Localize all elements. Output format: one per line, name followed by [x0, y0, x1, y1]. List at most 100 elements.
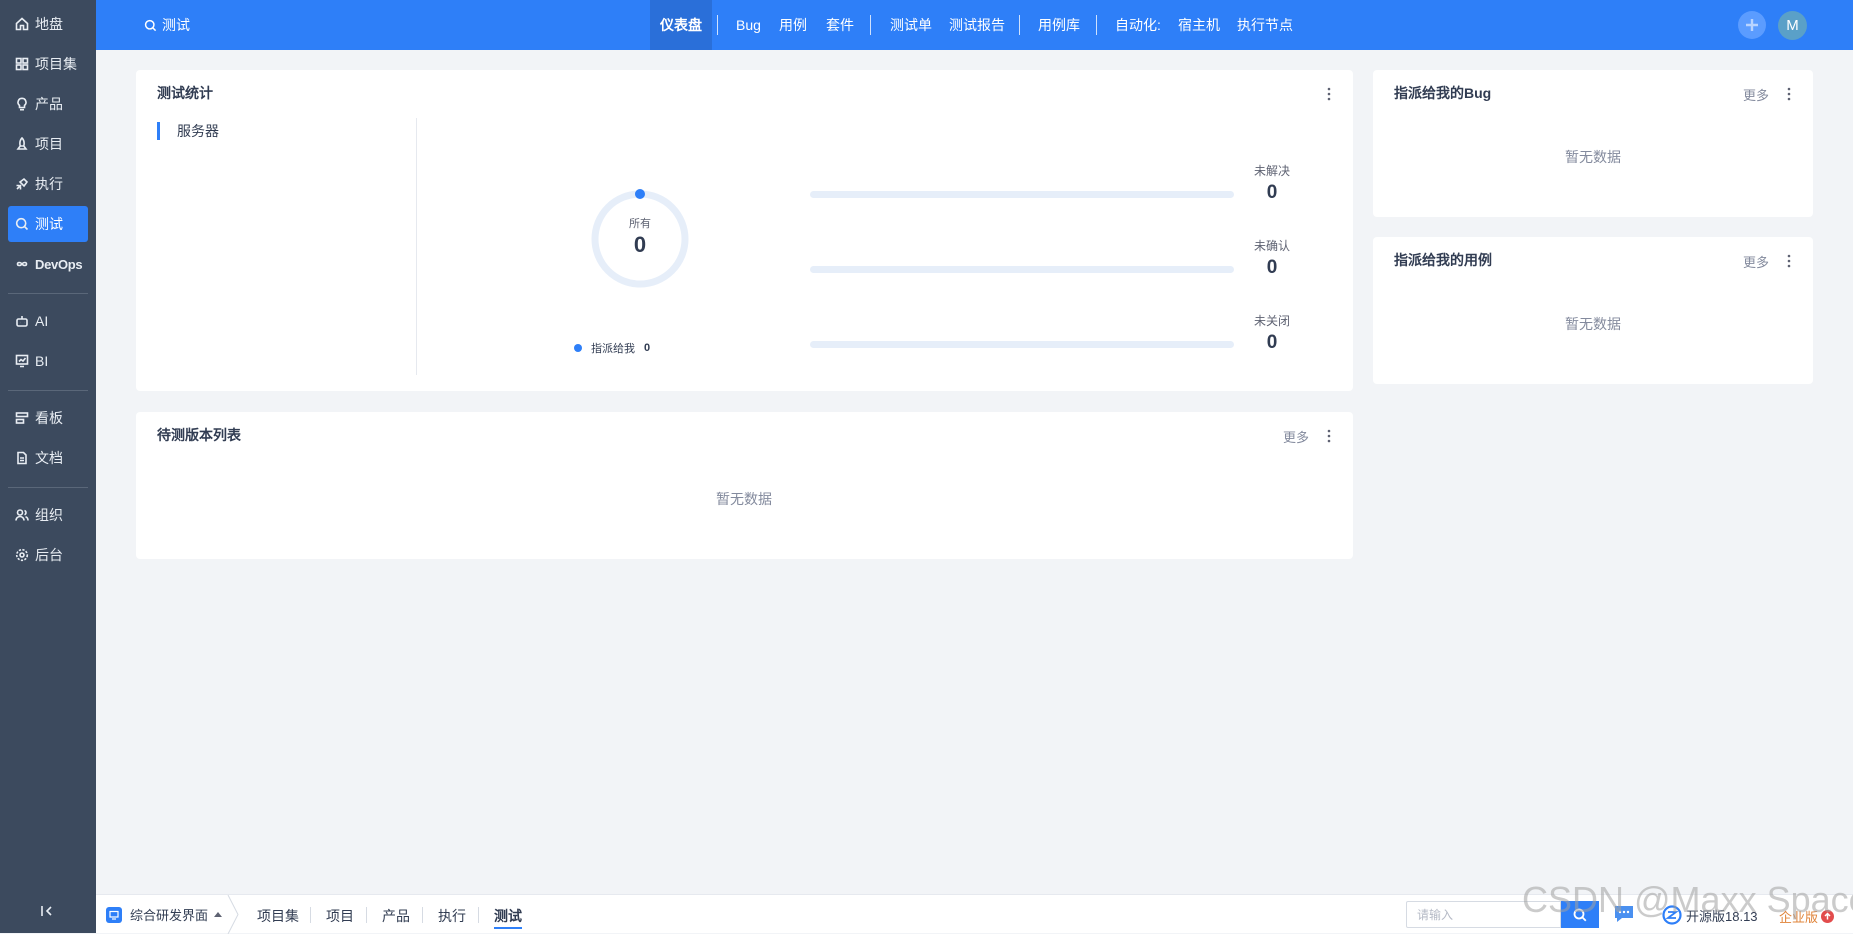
sidebar-item-label: 项目 — [35, 136, 63, 152]
run-icon — [16, 177, 29, 190]
tab-separator — [310, 907, 311, 923]
nav-bug[interactable]: Bug — [736, 0, 761, 50]
more-link[interactable]: 更多 — [1283, 427, 1309, 446]
legend-value: 0 — [644, 342, 651, 354]
donut-indicator — [635, 189, 645, 199]
sidebar-item-label: BI — [35, 353, 49, 369]
card-title: 待测版本列表 — [157, 427, 241, 443]
sidebar-item-label: DevOps — [35, 256, 83, 272]
empty-state: 暂无数据 — [716, 491, 772, 507]
legend-dot — [574, 344, 582, 352]
sidebar-item-label: 文档 — [35, 450, 63, 466]
donut-value: 0 — [633, 232, 647, 257]
grid-icon — [15, 57, 29, 71]
nav-separator — [1096, 15, 1097, 35]
nav-case[interactable]: 用例 — [779, 0, 807, 50]
caret-up-icon — [214, 912, 223, 917]
footer-tab-execution[interactable]: 执行 — [438, 906, 466, 926]
footer-tab-test[interactable]: 测试 — [494, 906, 522, 929]
workspace-icon — [106, 906, 122, 923]
document-icon — [17, 451, 27, 465]
more-link[interactable]: 更多 — [1743, 85, 1769, 104]
nav-exec-node[interactable]: 执行节点 — [1237, 0, 1293, 50]
global-create-button[interactable] — [1738, 11, 1766, 39]
stat-value-unclosed: 0 — [1266, 332, 1278, 353]
tab-separator — [478, 907, 479, 923]
sidebar-item-label: 产品 — [35, 96, 63, 112]
product-tab-server[interactable]: 服务器 — [157, 122, 219, 140]
stat-label-unconfirmed: 未确认 — [1253, 239, 1290, 253]
more-link[interactable]: 更多 — [1743, 252, 1769, 271]
sidebar-item-kanban[interactable]: 看板 — [8, 400, 88, 436]
nav-test-report[interactable]: 测试报告 — [949, 0, 1005, 50]
footer-tab-program[interactable]: 项目集 — [257, 906, 299, 926]
sidebar-item-label: 执行 — [35, 176, 63, 192]
sidebar-item-devops[interactable]: DevOps — [8, 246, 88, 282]
workspace-label: 综合研发界面 — [130, 908, 209, 923]
avatar[interactable]: M — [1778, 11, 1807, 40]
sidebar-item-ai[interactable]: AI — [8, 303, 88, 339]
progress-bar-unclosed — [810, 341, 1234, 348]
sidebar-item-bi[interactable]: BI — [8, 343, 88, 379]
nav-dashboard[interactable]: 仪表盘 — [650, 0, 712, 50]
kebab-menu-icon[interactable] — [1787, 87, 1791, 101]
sidebar: 地盘 项目集 产品 项目 执行 测试 DevOps AI BI 看板 文档 组织… — [0, 0, 96, 933]
nav-host[interactable]: 宿主机 — [1178, 0, 1220, 50]
sidebar-item-label: AI — [35, 313, 49, 329]
sidebar-item-admin[interactable]: 后台 — [8, 537, 88, 573]
sidebar-item-label: 后台 — [35, 547, 63, 563]
nav-suite[interactable]: 套件 — [826, 0, 854, 50]
sidebar-item-test[interactable]: 测试 — [8, 206, 88, 242]
infinity-icon — [16, 261, 28, 267]
breadcrumb-arrow — [226, 895, 242, 934]
plus-icon — [1746, 19, 1758, 31]
sidebar-item-label: 组织 — [35, 507, 63, 523]
nav-automation-label: 自动化: — [1115, 17, 1161, 33]
kebab-menu-icon[interactable] — [1787, 254, 1791, 268]
stat-label-unresolved: 未解决 — [1253, 164, 1290, 178]
my-cases-card: 指派给我的用例 更多 暂无数据 — [1373, 237, 1813, 384]
sidebar-item-org[interactable]: 组织 — [8, 497, 88, 533]
home-icon — [15, 17, 29, 31]
sidebar-item-label: 地盘 — [35, 16, 63, 32]
donut-legend: 指派给我 0 — [574, 340, 650, 356]
sidebar-item-label: 测试 — [35, 216, 63, 232]
watermark: CSDN @Maxx Space — [1522, 879, 1853, 920]
sidebar-item-product[interactable]: 产品 — [8, 86, 88, 122]
test-stats-card: 测试统计 服务器 所有 0 指派给我 0 未解决 0 未确认 0 未关闭 0 — [136, 70, 1353, 391]
nav-caselib[interactable]: 用例库 — [1038, 0, 1080, 50]
sidebar-item-label: 看板 — [35, 410, 63, 426]
settings-icon — [15, 548, 29, 562]
nav-separator — [870, 15, 871, 35]
donut-label: 所有 — [629, 218, 651, 230]
top-nav-bar: 测试 仪表盘 Bug 用例 套件 测试单 测试报告 用例库 自动化: 宿主机 执… — [96, 0, 1853, 50]
sidebar-divider — [8, 390, 88, 391]
robot-icon — [16, 316, 28, 327]
kebab-menu-icon[interactable] — [1327, 87, 1331, 101]
stat-value-unresolved: 0 — [1266, 182, 1278, 203]
legend-label: 指派给我 — [591, 343, 635, 355]
card-title: 测试统计 — [157, 85, 213, 101]
people-icon — [15, 509, 29, 521]
sidebar-item-project[interactable]: 项目 — [8, 126, 88, 162]
breadcrumb[interactable]: 测试 — [144, 0, 190, 50]
footer-tab-product[interactable]: 产品 — [382, 906, 410, 926]
bug-search-icon — [15, 217, 29, 231]
breadcrumb-label: 测试 — [162, 17, 190, 33]
sidebar-item-doc[interactable]: 文档 — [8, 440, 88, 476]
workspace-switcher[interactable]: 综合研发界面 — [106, 905, 223, 924]
sidebar-item-execution[interactable]: 执行 — [8, 166, 88, 202]
my-bugs-card: 指派给我的Bug 更多 暂无数据 — [1373, 70, 1813, 217]
sidebar-item-dashboard[interactable]: 地盘 — [8, 6, 88, 42]
collapse-sidebar-icon[interactable] — [40, 904, 54, 918]
sidebar-item-program[interactable]: 项目集 — [8, 46, 88, 82]
footer-tab-project[interactable]: 项目 — [326, 906, 354, 926]
sidebar-divider — [8, 487, 88, 488]
bug-search-icon — [144, 19, 157, 31]
nav-testtask[interactable]: 测试单 — [890, 0, 932, 50]
progress-bar-unresolved — [810, 191, 1234, 198]
kebab-menu-icon[interactable] — [1327, 429, 1331, 443]
stat-label-unclosed: 未关闭 — [1253, 314, 1290, 328]
stat-value-unconfirmed: 0 — [1266, 257, 1278, 278]
rocket-icon — [16, 137, 28, 150]
